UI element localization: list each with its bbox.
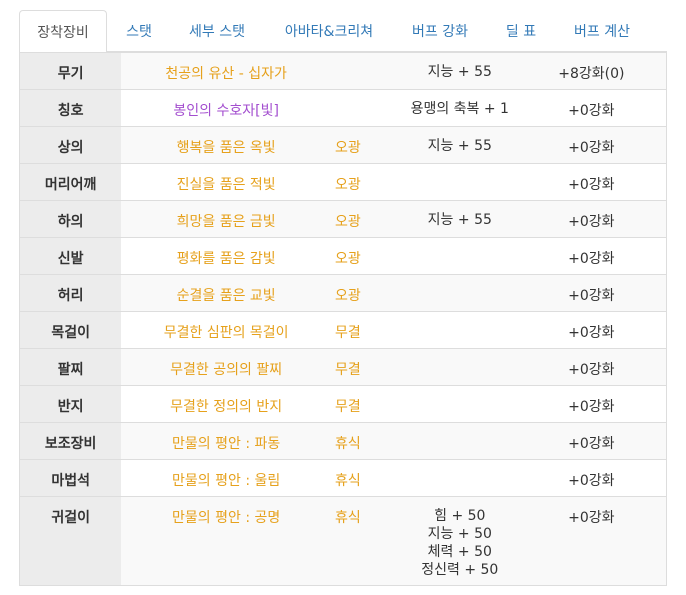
tab-damage-table[interactable]: 딜 표 (487, 10, 555, 52)
enhance-level: +0강화 (526, 422, 667, 460)
item-grade: 오광 (330, 200, 393, 238)
slot-label: 하의 (19, 200, 122, 238)
item-grade: 오광 (330, 163, 393, 201)
enhance-level: +0강화 (526, 311, 667, 349)
equipment-row-earring: 귀걸이 만물의 평안 : 공명 휴식 힘 + 50 지능 + 50 체력 + 5… (19, 496, 667, 586)
slot-label: 마법석 (19, 459, 122, 497)
enhance-level: +0강화 (526, 126, 667, 164)
item-grade: 오광 (330, 126, 393, 164)
equipment-row-ring: 반지 무결한 정의의 반지 무결 +0강화 (19, 385, 667, 423)
item-grade: 휴식 (330, 459, 393, 497)
item-options (392, 163, 527, 201)
equipment-row-belt: 허리 순결을 품은 교빛 오광 +0강화 (19, 274, 667, 312)
item-name[interactable]: 무결한 정의의 반지 (121, 385, 331, 423)
item-name[interactable]: 만물의 평안 : 파동 (121, 422, 331, 460)
enhance-level: +0강화 (526, 89, 667, 127)
item-name[interactable]: 순결을 품은 교빛 (121, 274, 331, 312)
tab-avatar-creature[interactable]: 아바타&크리쳐 (265, 10, 393, 52)
item-grade (330, 89, 393, 127)
item-grade: 휴식 (330, 496, 393, 586)
item-name[interactable]: 만물의 평안 : 공명 (121, 496, 331, 586)
option-line: 지능 + 55 (427, 138, 492, 154)
slot-label: 팔찌 (19, 348, 122, 386)
slot-label: 상의 (19, 126, 122, 164)
item-grade (330, 52, 393, 90)
item-name[interactable]: 행복을 품은 옥빛 (121, 126, 331, 164)
equipment-row-subweapon: 보조장비 만물의 평안 : 파동 휴식 +0강화 (19, 422, 667, 460)
tab-bar: 장착장비 스탯 세부 스탯 아바타&크리쳐 버프 강화 딜 표 버프 계산 (19, 10, 667, 53)
slot-label: 귀걸이 (19, 496, 122, 586)
item-grade: 오광 (330, 274, 393, 312)
equipment-row-top: 상의 행복을 품은 옥빛 오광 지능 + 55 +0강화 (19, 126, 667, 164)
item-options (392, 348, 527, 386)
item-options (392, 274, 527, 312)
option-line: 체력 + 50 (427, 544, 492, 560)
option-line: 정신력 + 50 (421, 562, 499, 578)
option-line: 지능 + 50 (427, 526, 492, 542)
slot-label: 무기 (19, 52, 122, 90)
enhance-level: +0강화 (526, 200, 667, 238)
item-grade: 무결 (330, 311, 393, 349)
item-options: 힘 + 50 지능 + 50 체력 + 50 정신력 + 50 (392, 496, 527, 586)
enhance-level: +0강화 (526, 496, 667, 586)
tab-equipment[interactable]: 장착장비 (19, 10, 107, 53)
equipment-row-weapon: 무기 천공의 유산 - 십자가 지능 + 55 +8강화(0) (19, 52, 667, 90)
enhance-level: +0강화 (526, 237, 667, 275)
item-options (392, 311, 527, 349)
item-options: 지능 + 55 (392, 126, 527, 164)
tab-detail-stats[interactable]: 세부 스탯 (171, 10, 263, 52)
item-name[interactable]: 무결한 심판의 목걸이 (121, 311, 331, 349)
enhance-level: +0강화 (526, 274, 667, 312)
item-grade: 휴식 (330, 422, 393, 460)
slot-label: 머리어깨 (19, 163, 122, 201)
equipment-row-shoulder: 머리어깨 진실을 품은 적빛 오광 +0강화 (19, 163, 667, 201)
enhance-level: +0강화 (526, 385, 667, 423)
option-line: 지능 + 55 (427, 64, 492, 80)
equipment-row-necklace: 목걸이 무결한 심판의 목걸이 무결 +0강화 (19, 311, 667, 349)
item-options (392, 422, 527, 460)
item-name[interactable]: 희망을 품은 금빛 (121, 200, 331, 238)
equipment-table: 무기 천공의 유산 - 십자가 지능 + 55 +8강화(0) 칭호 봉인의 수… (19, 52, 667, 586)
equipment-row-title: 칭호 봉인의 수호자[빛] 용맹의 축복 + 1 +0강화 (19, 89, 667, 127)
item-name[interactable]: 만물의 평안 : 울림 (121, 459, 331, 497)
slot-label: 반지 (19, 385, 122, 423)
item-name[interactable]: 진실을 품은 적빛 (121, 163, 331, 201)
equipment-row-bottom: 하의 희망을 품은 금빛 오광 지능 + 55 +0강화 (19, 200, 667, 238)
tab-buff-enhance[interactable]: 버프 강화 (395, 10, 485, 52)
item-name[interactable]: 천공의 유산 - 십자가 (121, 52, 331, 90)
item-grade: 무결 (330, 348, 393, 386)
item-options (392, 237, 527, 275)
item-options: 지능 + 55 (392, 52, 527, 90)
item-options (392, 385, 527, 423)
equipment-row-magicstone: 마법석 만물의 평안 : 울림 휴식 +0강화 (19, 459, 667, 497)
option-line: 용맹의 축복 + 1 (410, 101, 509, 117)
item-grade: 무결 (330, 385, 393, 423)
item-name[interactable]: 무결한 공의의 팔찌 (121, 348, 331, 386)
option-line: 지능 + 55 (427, 212, 492, 228)
item-options (392, 459, 527, 497)
slot-label: 칭호 (19, 89, 122, 127)
item-name[interactable]: 봉인의 수호자[빛] (121, 89, 331, 127)
tab-buff-calc[interactable]: 버프 계산 (557, 10, 647, 52)
item-grade: 오광 (330, 237, 393, 275)
equipment-row-bracelet: 팔찌 무결한 공의의 팔찌 무결 +0강화 (19, 348, 667, 386)
slot-label: 보조장비 (19, 422, 122, 460)
enhance-level: +0강화 (526, 459, 667, 497)
enhance-level: +0강화 (526, 163, 667, 201)
enhance-level: +8강화(0) (526, 52, 667, 90)
slot-label: 목걸이 (19, 311, 122, 349)
tab-stats[interactable]: 스탯 (109, 10, 169, 52)
slot-label: 허리 (19, 274, 122, 312)
item-options: 지능 + 55 (392, 200, 527, 238)
option-line: 힘 + 50 (434, 508, 486, 524)
enhance-level: +0강화 (526, 348, 667, 386)
item-options: 용맹의 축복 + 1 (392, 89, 527, 127)
equipment-row-shoes: 신발 평화를 품은 감빛 오광 +0강화 (19, 237, 667, 275)
item-name[interactable]: 평화를 품은 감빛 (121, 237, 331, 275)
slot-label: 신발 (19, 237, 122, 275)
